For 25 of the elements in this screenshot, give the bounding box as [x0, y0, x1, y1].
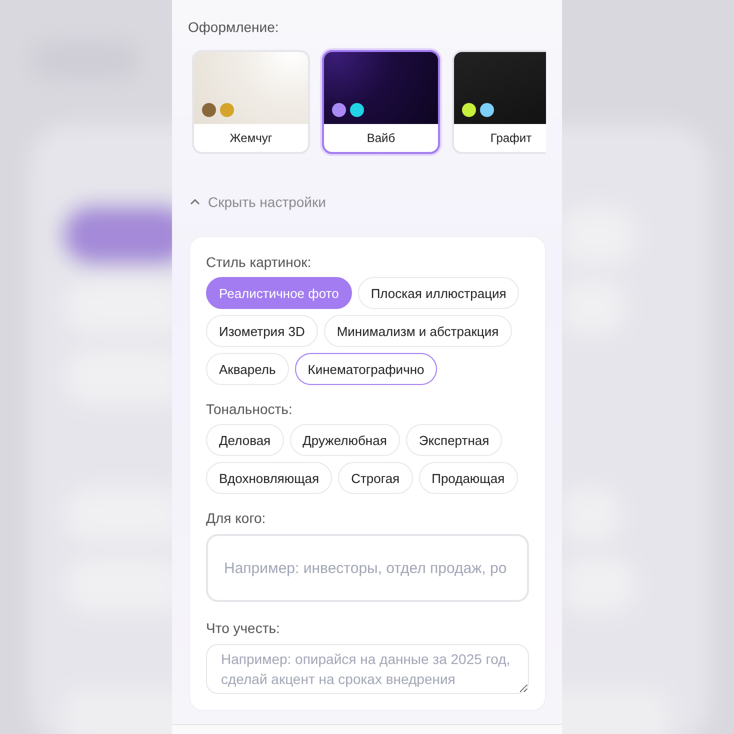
option-chip[interactable]: Плоская иллюстрация [358, 277, 520, 309]
theme-name: Графит [489, 130, 533, 147]
option-chip[interactable]: Экспертная [406, 424, 502, 456]
option-chip[interactable]: Дружелюбная [290, 424, 400, 456]
field-label: Стиль картинок: [206, 254, 312, 270]
option-chip[interactable]: Строгая [338, 462, 413, 494]
theme-card[interactable]: Жемчуг [192, 50, 310, 154]
option-chip[interactable]: Продающая [418, 462, 518, 494]
field-label: Для кого: [206, 510, 267, 526]
option-chip[interactable]: Изометрия 3D [206, 315, 318, 347]
option-chip[interactable]: Деловая [206, 424, 284, 456]
chevron-icon [190, 199, 200, 205]
option-chip[interactable]: Минимализм и абстракция [324, 315, 512, 347]
field-label: Что учесть: [206, 620, 281, 636]
field-label: Тональность: [206, 401, 294, 417]
option-chip[interactable]: Вдохновляющая [206, 462, 332, 494]
section-label: Оформление: [188, 19, 280, 35]
option-chip[interactable]: Акварель [206, 353, 289, 385]
notes-field[interactable]: Например: опирайся на данные за 2025 год, сделай акцент на сроках внедрения [206, 644, 529, 694]
theme-card[interactable]: Вайб [322, 50, 440, 154]
option-chip[interactable]: Кинематографично [294, 353, 438, 385]
audience-field[interactable]: Например: инвесторы, отдел продаж, ро [206, 534, 529, 602]
theme-name: Вайб [366, 130, 396, 147]
theme-name: Жемчуг [228, 130, 274, 147]
theme-card[interactable]: Графит [452, 50, 546, 154]
